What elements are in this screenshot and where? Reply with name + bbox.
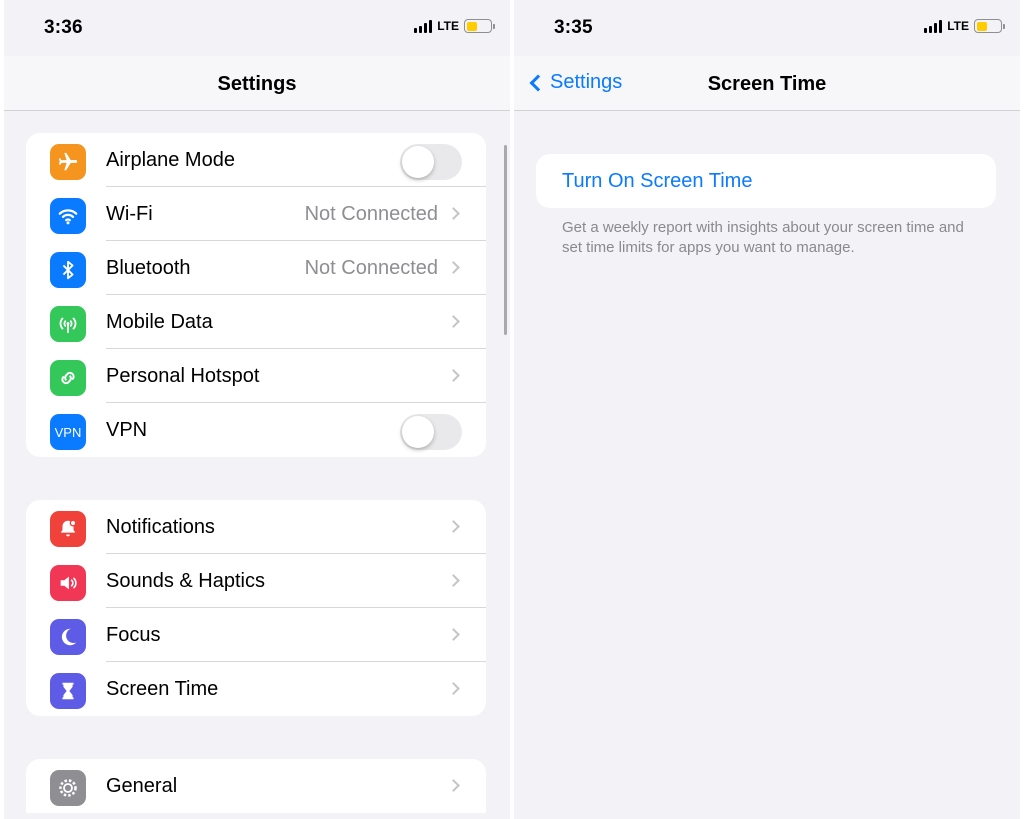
settings-row-sounds-haptics[interactable]: Sounds & Haptics (26, 554, 486, 608)
settings-row-screen-time[interactable]: Screen Time (26, 662, 486, 716)
row-label: Bluetooth (106, 257, 191, 279)
row-label: VPN (106, 419, 148, 441)
navigation-bar: Settings (4, 56, 510, 111)
network-type: LTE (947, 19, 969, 33)
row-label: Notifications (106, 516, 215, 538)
settings-row-notifications[interactable]: Notifications (26, 500, 486, 554)
gear-icon (50, 770, 86, 806)
navigation-bar: Settings Screen Time (514, 56, 1020, 111)
chevron-right-icon (447, 574, 460, 587)
chevron-right-icon (447, 628, 460, 641)
bluetooth-icon (50, 252, 86, 288)
hotspot-icon (50, 360, 86, 396)
vpn-toggle[interactable] (400, 414, 462, 450)
battery-icon (464, 19, 495, 33)
settings-row-airplane-mode[interactable]: Airplane Mode (26, 133, 486, 187)
settings-row-focus[interactable]: Focus (26, 608, 486, 662)
settings-row-wifi[interactable]: Wi-Fi Not Connected (26, 187, 486, 241)
status-indicators: LTE (924, 19, 1005, 33)
settings-row-general[interactable]: General (26, 759, 486, 813)
airplane-mode-toggle[interactable] (400, 144, 462, 180)
row-label: Screen Time (106, 678, 219, 700)
turn-on-screen-time-button[interactable]: Turn On Screen Time (536, 154, 996, 208)
network-type: LTE (437, 19, 459, 33)
hourglass-icon (50, 673, 86, 709)
chevron-right-icon (447, 779, 460, 792)
settings-row-vpn[interactable]: VPN VPN (26, 403, 486, 457)
settings-row-personal-hotspot[interactable]: Personal Hotspot (26, 349, 486, 403)
chevron-right-icon (447, 520, 460, 533)
settings-row-mobile-data[interactable]: Mobile Data (26, 295, 486, 349)
page-title: Screen Time (707, 73, 827, 95)
chevron-right-icon (447, 261, 460, 274)
antenna-icon (50, 306, 86, 342)
chevron-right-icon (447, 315, 460, 328)
chevron-right-icon (447, 682, 460, 695)
row-label: Mobile Data (106, 311, 213, 333)
chevron-right-icon (447, 369, 460, 382)
chevron-right-icon (447, 207, 460, 220)
notifications-group: Notifications Sounds & Haptics Focus Scr… (26, 500, 486, 716)
page-title: Settings (217, 73, 297, 95)
vpn-icon: VPN (50, 414, 86, 450)
wifi-icon (50, 198, 86, 234)
battery-icon (974, 19, 1005, 33)
speaker-icon (50, 565, 86, 601)
signal-icon (924, 19, 943, 33)
moon-icon (50, 619, 86, 655)
turn-on-label: Turn On Screen Time (562, 170, 753, 192)
general-group: General (26, 759, 486, 813)
row-label: Wi-Fi (106, 203, 153, 225)
row-value: Not Connected (304, 203, 438, 225)
status-bar: 3:36 LTE (4, 0, 510, 56)
airplane-icon (50, 144, 86, 180)
screen-time-description: Get a weekly report with insights about … (562, 219, 964, 256)
row-label: Personal Hotspot (106, 365, 260, 387)
screen-time-screen: 3:35 LTE Settings Screen Time Turn On Sc… (514, 0, 1020, 819)
signal-icon (414, 19, 433, 33)
status-bar: 3:35 LTE (514, 0, 1020, 56)
row-label: Airplane Mode (106, 149, 235, 171)
status-time: 3:36 (44, 17, 83, 38)
row-value: Not Connected (304, 257, 438, 279)
settings-screen: 3:36 LTE Settings Airplane Mode Wi-Fi No (4, 0, 510, 819)
settings-row-bluetooth[interactable]: Bluetooth Not Connected (26, 241, 486, 295)
connectivity-group: Airplane Mode Wi-Fi Not Connected Blueto… (26, 133, 486, 457)
bell-icon (50, 511, 86, 547)
row-label: Focus (106, 624, 161, 646)
row-label: Sounds & Haptics (106, 570, 265, 592)
scrollbar[interactable] (504, 145, 507, 335)
row-label: General (106, 775, 178, 797)
status-indicators: LTE (414, 19, 495, 33)
status-time: 3:35 (554, 17, 593, 38)
